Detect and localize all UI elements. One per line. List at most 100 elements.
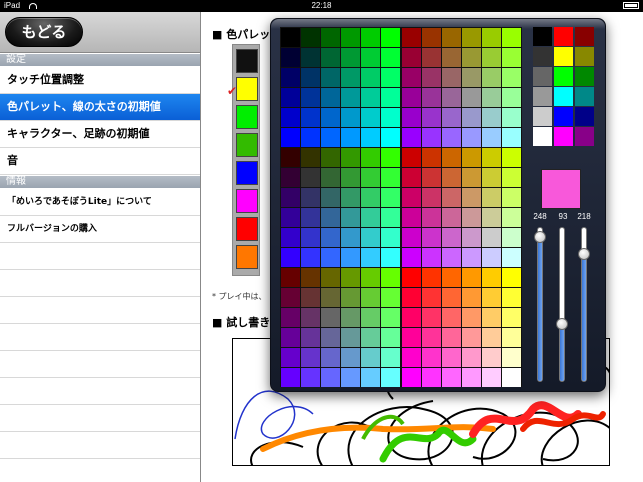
color-cell[interactable] xyxy=(281,328,300,347)
color-cell[interactable] xyxy=(422,188,441,207)
color-cell[interactable] xyxy=(361,248,380,267)
color-cell[interactable] xyxy=(482,348,501,367)
basic-color-cell[interactable] xyxy=(533,127,552,146)
color-cell[interactable] xyxy=(321,248,340,267)
green-slider-thumb[interactable] xyxy=(556,317,568,330)
color-cell[interactable] xyxy=(301,68,320,87)
color-cell[interactable] xyxy=(381,188,400,207)
color-cell[interactable] xyxy=(281,128,300,147)
color-cell[interactable] xyxy=(442,368,461,387)
red-slider[interactable] xyxy=(537,227,543,382)
color-cell[interactable] xyxy=(402,28,421,47)
color-cell[interactable] xyxy=(301,228,320,247)
color-cell[interactable] xyxy=(381,148,400,167)
color-cell[interactable] xyxy=(482,248,501,267)
color-cell[interactable] xyxy=(281,308,300,327)
color-cell[interactable] xyxy=(502,108,521,127)
color-cell[interactable] xyxy=(281,368,300,387)
red-slider-thumb[interactable] xyxy=(534,230,546,243)
basic-color-cell[interactable] xyxy=(575,67,594,86)
color-cell[interactable] xyxy=(301,348,320,367)
color-cell[interactable] xyxy=(341,88,360,107)
color-cell[interactable] xyxy=(341,248,360,267)
color-cell[interactable] xyxy=(502,88,521,107)
color-cell[interactable] xyxy=(381,108,400,127)
color-cell[interactable] xyxy=(381,208,400,227)
color-cell[interactable] xyxy=(442,108,461,127)
color-cell[interactable] xyxy=(301,248,320,267)
color-cell[interactable] xyxy=(462,48,481,67)
color-cell[interactable] xyxy=(402,108,421,127)
palette-swatch[interactable] xyxy=(236,189,258,213)
color-cell[interactable] xyxy=(281,168,300,187)
basic-color-cell[interactable] xyxy=(533,87,552,106)
color-cell[interactable] xyxy=(301,308,320,327)
color-cell[interactable] xyxy=(462,148,481,167)
color-cell[interactable] xyxy=(482,188,501,207)
color-cell[interactable] xyxy=(381,268,400,287)
sidebar-item-about[interactable]: 「めいろであそぼうLite」について xyxy=(0,189,200,216)
color-cell[interactable] xyxy=(462,68,481,87)
color-cell[interactable] xyxy=(422,68,441,87)
color-cell[interactable] xyxy=(422,308,441,327)
color-cell[interactable] xyxy=(402,188,421,207)
color-cell[interactable] xyxy=(281,268,300,287)
color-cell[interactable] xyxy=(381,368,400,387)
color-cell[interactable] xyxy=(361,208,380,227)
color-cell[interactable] xyxy=(321,28,340,47)
color-cell[interactable] xyxy=(502,348,521,367)
color-cell[interactable] xyxy=(482,168,501,187)
color-cell[interactable] xyxy=(301,288,320,307)
color-cell[interactable] xyxy=(341,188,360,207)
color-cell[interactable] xyxy=(462,188,481,207)
color-cell[interactable] xyxy=(341,168,360,187)
palette-swatch[interactable] xyxy=(236,161,258,185)
sidebar-item-touch-position[interactable]: タッチ位置調整 xyxy=(0,67,200,94)
color-cell[interactable] xyxy=(281,28,300,47)
basic-color-cell[interactable] xyxy=(575,107,594,126)
basic-color-cell[interactable] xyxy=(554,127,573,146)
color-cell[interactable] xyxy=(442,268,461,287)
sidebar-item-sound[interactable]: 音 xyxy=(0,148,200,175)
color-cell[interactable] xyxy=(321,328,340,347)
color-cell[interactable] xyxy=(442,168,461,187)
color-cell[interactable] xyxy=(442,68,461,87)
color-cell[interactable] xyxy=(301,28,320,47)
color-cell[interactable] xyxy=(442,208,461,227)
color-cell[interactable] xyxy=(442,28,461,47)
color-cell[interactable] xyxy=(321,308,340,327)
color-cell[interactable] xyxy=(321,368,340,387)
color-cell[interactable] xyxy=(502,328,521,347)
color-cell[interactable] xyxy=(422,168,441,187)
palette-swatch[interactable] xyxy=(236,105,258,129)
basic-color-cell[interactable] xyxy=(533,67,552,86)
color-cell[interactable] xyxy=(341,108,360,127)
basic-color-cell[interactable] xyxy=(533,107,552,126)
color-cell[interactable] xyxy=(301,48,320,67)
color-cell[interactable] xyxy=(341,308,360,327)
color-cell[interactable] xyxy=(402,268,421,287)
color-cell[interactable] xyxy=(462,348,481,367)
color-cell[interactable] xyxy=(442,228,461,247)
color-cell[interactable] xyxy=(442,248,461,267)
color-cell[interactable] xyxy=(422,108,441,127)
color-cell[interactable] xyxy=(482,328,501,347)
color-cell[interactable] xyxy=(402,308,421,327)
color-cell[interactable] xyxy=(502,168,521,187)
color-cell[interactable] xyxy=(402,128,421,147)
color-cell[interactable] xyxy=(341,288,360,307)
color-cell[interactable] xyxy=(281,68,300,87)
color-cell[interactable] xyxy=(462,208,481,227)
color-cell[interactable] xyxy=(462,28,481,47)
basic-color-cell[interactable] xyxy=(554,27,573,46)
color-cell[interactable] xyxy=(482,288,501,307)
color-cell[interactable] xyxy=(321,108,340,127)
color-cell[interactable] xyxy=(381,288,400,307)
color-cell[interactable] xyxy=(442,128,461,147)
color-cell[interactable] xyxy=(361,108,380,127)
color-cell[interactable] xyxy=(442,308,461,327)
color-cell[interactable] xyxy=(462,88,481,107)
back-button[interactable]: もどる xyxy=(5,17,83,47)
sidebar-item-character-defaults[interactable]: キャラクター、足跡の初期値 xyxy=(0,121,200,148)
color-cell[interactable] xyxy=(462,248,481,267)
